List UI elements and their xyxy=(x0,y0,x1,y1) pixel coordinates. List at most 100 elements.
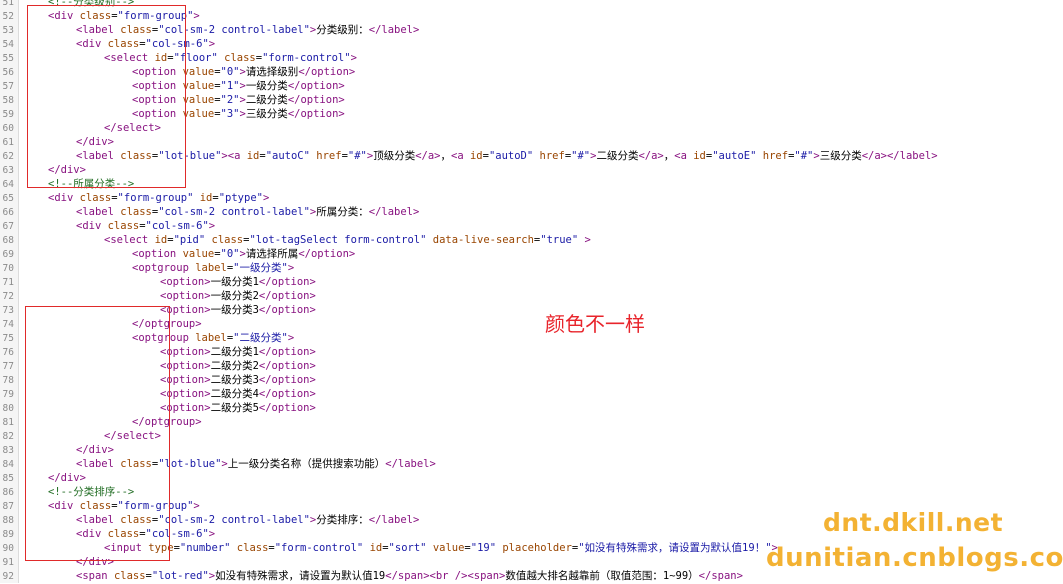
code-token: > xyxy=(350,52,357,64)
code-token: > xyxy=(287,332,295,344)
code-text: <option>一级分类1</option> xyxy=(160,276,316,288)
code-token: <select xyxy=(104,234,155,246)
code-token: class xyxy=(236,542,269,554)
highlight-box-optgroup-lines xyxy=(25,306,170,561)
line-number: 92 xyxy=(2,571,14,582)
code-token: 一级分类3 xyxy=(210,304,259,316)
code-token: class xyxy=(120,206,152,218)
line-number: 78 xyxy=(2,375,14,386)
line-number: 62 xyxy=(2,151,14,162)
line-number: 88 xyxy=(2,515,14,526)
code-token: "col-sm-2 control-label" xyxy=(158,514,310,526)
code-token: href xyxy=(762,150,789,162)
highlight-box-floor-group xyxy=(27,5,186,188)
line-number: 55 xyxy=(2,53,14,64)
line-number: 86 xyxy=(2,487,14,498)
line-number: 70 xyxy=(2,263,14,274)
line-number: 75 xyxy=(2,333,14,344)
code-text: <option>二级分类2</option> xyxy=(160,360,316,372)
line-number: 59 xyxy=(2,109,14,120)
code-text: <div class="col-sm-6"> xyxy=(76,220,215,232)
code-token: "#" xyxy=(794,150,814,162)
code-token: "autoD" xyxy=(488,150,540,162)
code-token: label xyxy=(195,332,227,344)
line-number: 52 xyxy=(2,11,14,22)
code-token: class xyxy=(113,570,146,582)
code-text: <option>二级分类1</option> xyxy=(160,346,316,358)
code-text: <option>二级分类5</option> xyxy=(160,402,316,414)
code-token: </label> xyxy=(368,24,420,36)
code-token: "二级分类" xyxy=(233,332,288,344)
code-token: href xyxy=(316,150,342,162)
line-number: 57 xyxy=(2,81,14,92)
code-token: </option> xyxy=(298,248,356,260)
code-token: id xyxy=(693,150,706,162)
line-number: 61 xyxy=(2,137,14,148)
code-token: "pid" xyxy=(173,234,212,246)
code-token: "ptype" xyxy=(218,192,263,204)
line-number: 89 xyxy=(2,529,14,540)
code-token: 分类排序： xyxy=(316,514,369,526)
code-token: "lot-tagSelect form-control" xyxy=(249,234,433,246)
code-token: value xyxy=(182,248,215,260)
line-number: 85 xyxy=(2,473,14,484)
code-line: 65 <div class="form-group" id="ptype"> xyxy=(0,191,1063,205)
code-token: </option> xyxy=(258,276,316,288)
code-token: "lot-red" xyxy=(151,570,209,582)
line-number: 54 xyxy=(2,39,14,50)
code-token: </option> xyxy=(258,360,316,372)
code-token: 三级分类 xyxy=(245,108,288,120)
code-token: </option> xyxy=(287,80,345,92)
code-token: "form-control" xyxy=(262,52,351,64)
code-token: "#" xyxy=(571,150,591,162)
code-token: "true" xyxy=(540,234,585,246)
code-token: "如没有特殊需求，请设置为默认值19！" xyxy=(578,542,772,554)
annotation-note: 颜色不一样 xyxy=(545,312,645,336)
code-editor[interactable]: 51 <!--分类级别--> 52 <div class="form-group"> 5… xyxy=(0,0,1063,583)
line-number: 84 xyxy=(2,459,14,470)
code-token: </a> xyxy=(638,150,664,162)
code-token: 一级分类1 xyxy=(210,276,259,288)
line-number: 64 xyxy=(2,179,14,190)
code-token: value xyxy=(182,94,215,106)
code-line: 67 <div class="col-sm-6"> xyxy=(0,219,1063,233)
code-token: "3" xyxy=(220,108,240,120)
code-token: </option> xyxy=(258,290,316,302)
code-token: href xyxy=(539,150,565,162)
code-text: <span class="lot-red">如没有特殊需求，请设置为默认值19<… xyxy=(76,570,743,582)
code-token: </option> xyxy=(258,304,316,316)
watermark-dnt: dnt.dkill.net xyxy=(823,508,1004,537)
code-token: </option> xyxy=(287,94,345,106)
code-token: > xyxy=(193,500,200,512)
code-token: 二级分类 xyxy=(596,150,639,162)
code-token: id xyxy=(154,234,168,246)
line-number: 79 xyxy=(2,389,14,400)
code-token: <a xyxy=(451,150,470,162)
code-token: </span> xyxy=(698,570,743,582)
code-token: 顶级分类 xyxy=(373,150,416,162)
code-token: "number" xyxy=(179,542,237,554)
line-number: 90 xyxy=(2,543,14,554)
code-token: </label> xyxy=(368,206,420,218)
code-token: value xyxy=(182,80,215,92)
code-token: 分类级别： xyxy=(316,24,369,36)
code-token: "autoC" xyxy=(265,150,317,162)
line-number: 69 xyxy=(2,249,14,260)
code-token: </label> xyxy=(385,458,436,470)
code-token: "#" xyxy=(347,150,367,162)
code-token: 如没有特殊需求，请设置为默认值19 xyxy=(215,570,386,582)
code-token: </label> xyxy=(368,514,420,526)
code-token: <option> xyxy=(160,290,211,302)
code-token: <span xyxy=(76,570,114,582)
code-token: 数值越大排名越靠前（取值范围：1~99） xyxy=(505,570,699,582)
code-text: <label class="lot-blue"><a id="autoC" hr… xyxy=(76,150,938,162)
code-token: ， xyxy=(440,150,452,162)
line-number: 58 xyxy=(2,95,14,106)
line-number: 71 xyxy=(2,277,14,288)
code-token: <option xyxy=(132,248,183,260)
code-token: id xyxy=(469,150,483,162)
code-token: <a xyxy=(227,150,247,162)
code-token: 二级分类 xyxy=(245,94,288,106)
code-token: placeholder xyxy=(502,542,572,554)
code-token: id xyxy=(369,542,383,554)
